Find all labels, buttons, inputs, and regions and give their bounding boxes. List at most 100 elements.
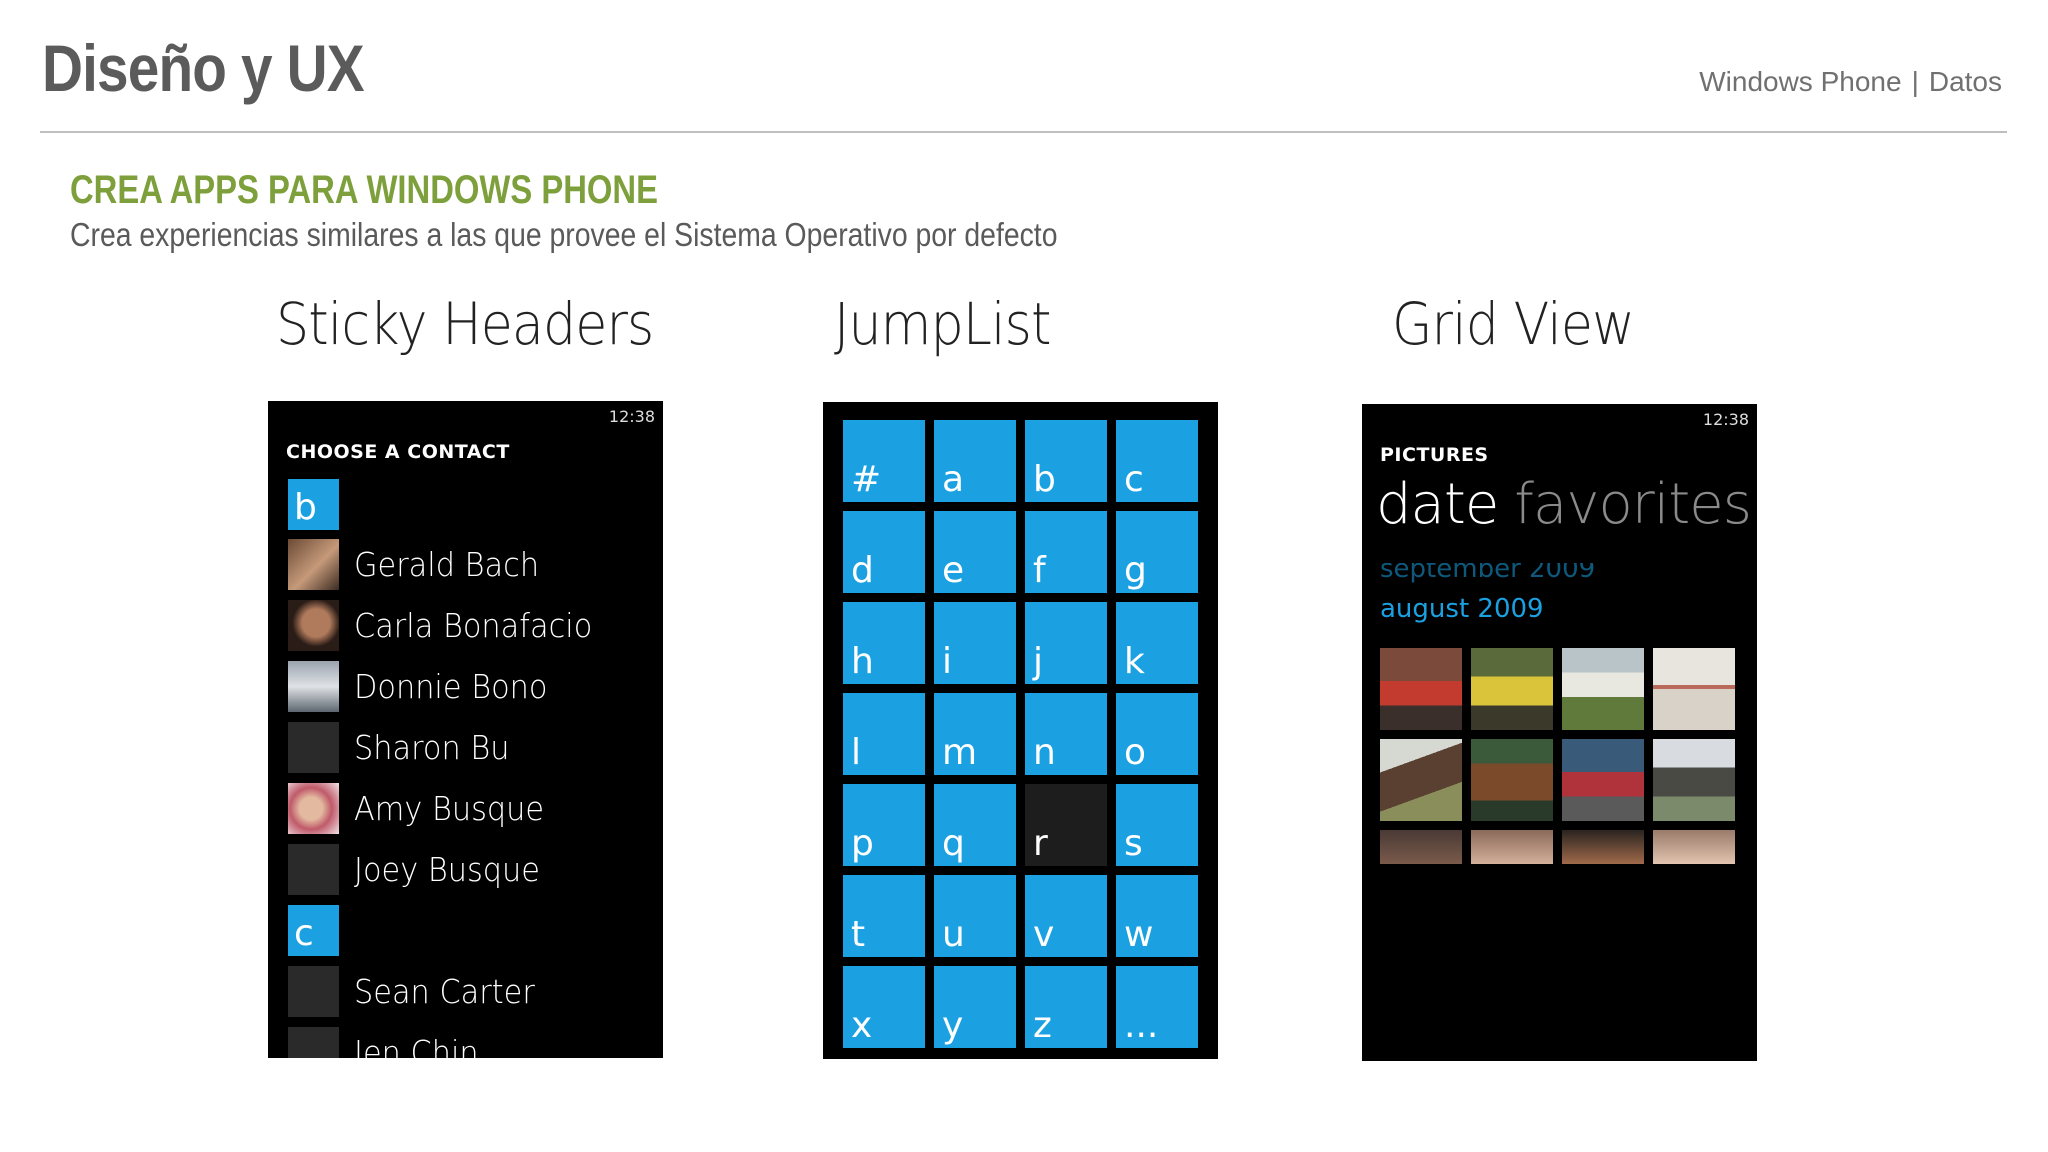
photo-thumbnail[interactable]: [1380, 739, 1462, 821]
jumplist-tile-letter: g: [1124, 550, 1147, 591]
jumplist-tile-letter: t: [851, 914, 866, 955]
jumplist-tile[interactable]: c: [1116, 420, 1198, 502]
jumplist-tile[interactable]: a: [934, 420, 1016, 502]
jumplist-tile[interactable]: ...: [1116, 966, 1198, 1048]
jumplist-tile-letter: q: [942, 823, 965, 864]
status-clock: 12:38: [1702, 410, 1749, 429]
contact-row[interactable]: Amy Busque: [288, 782, 561, 834]
jumplist-tile-letter: f: [1033, 550, 1046, 591]
jumplist-tile-letter: l: [851, 732, 862, 773]
breadcrumb-section: Datos: [1928, 66, 2002, 97]
contact-row[interactable]: Jen Chin: [288, 1026, 489, 1058]
jumplist-tile[interactable]: f: [1025, 511, 1107, 593]
jumplist-tile[interactable]: q: [934, 784, 1016, 866]
avatar: [288, 538, 339, 590]
photo-thumbnail[interactable]: [1653, 830, 1735, 864]
jumplist-tile[interactable]: o: [1116, 693, 1198, 775]
jumplist-tile-letter: m: [942, 732, 978, 773]
section-subtitle: Crea experiencias similares a las que pr…: [70, 216, 1058, 253]
jumplist-tile[interactable]: k: [1116, 602, 1198, 684]
grid-view-phone: 12:38 PICTURES date favorites september …: [1362, 404, 1757, 1061]
contact-name: Donnie Bono: [354, 666, 548, 706]
pivot-header: date favorites: [1376, 472, 1752, 537]
jumplist-tile[interactable]: h: [843, 602, 925, 684]
contact-row[interactable]: Sharon Bu: [288, 721, 523, 773]
avatar: [288, 843, 339, 895]
contact-name: Gerald Bach: [354, 544, 540, 584]
contact-row[interactable]: Carla Bonafacio: [288, 599, 613, 651]
jumplist-tile[interactable]: z: [1025, 966, 1107, 1048]
avatar: [288, 782, 339, 834]
sticky-headers-phone: 12:38 CHOOSE A CONTACT b Gerald Bach Car…: [268, 401, 663, 1058]
jumplist-tile[interactable]: w: [1116, 875, 1198, 957]
jumplist-tile-letter: v: [1033, 914, 1055, 955]
jumplist-tile[interactable]: x: [843, 966, 925, 1048]
jumplist-tile[interactable]: r: [1025, 784, 1107, 866]
jumplist-tile[interactable]: n: [1025, 693, 1107, 775]
jumplist-tile-letter: j: [1033, 641, 1044, 682]
jumplist-tile-letter: a: [942, 459, 965, 500]
contact-name: Amy Busque: [354, 788, 545, 828]
jumplist-tile-letter: c: [1124, 459, 1144, 500]
slide-title: Diseño y UX: [42, 31, 365, 105]
panel-title-jumplist: JumpList: [834, 290, 1051, 358]
choose-contact-caption: CHOOSE A CONTACT: [286, 441, 510, 463]
jumplist-tile-letter: s: [1124, 823, 1143, 864]
photo-thumbnail[interactable]: [1471, 739, 1553, 821]
avatar: [288, 965, 339, 1017]
contact-name: Jen Chin: [354, 1032, 479, 1059]
photo-thumbnail[interactable]: [1380, 648, 1462, 730]
jumplist-tile-letter: y: [942, 1005, 964, 1046]
jumplist-tile[interactable]: b: [1025, 420, 1107, 502]
pivot-item-date[interactable]: date: [1376, 472, 1499, 537]
contact-row[interactable]: Donnie Bono: [288, 660, 564, 712]
jumplist-tile[interactable]: y: [934, 966, 1016, 1048]
group-header-b[interactable]: b: [288, 479, 339, 530]
status-clock: 12:38: [608, 407, 655, 426]
photo-thumbnail[interactable]: [1653, 648, 1735, 730]
jumplist-tile[interactable]: #: [843, 420, 925, 502]
avatar: [288, 660, 339, 712]
jumplist-tile[interactable]: m: [934, 693, 1016, 775]
contact-row[interactable]: Sean Carter: [288, 965, 551, 1017]
jumplist-tile[interactable]: s: [1116, 784, 1198, 866]
photo-thumbnail[interactable]: [1562, 830, 1644, 864]
jumplist-tile[interactable]: t: [843, 875, 925, 957]
jumplist-tile[interactable]: v: [1025, 875, 1107, 957]
jumplist-tile[interactable]: p: [843, 784, 925, 866]
jumplist-tile-letter: r: [1033, 823, 1048, 864]
section-heading: CREA APPS PARA WINDOWS PHONE: [70, 168, 659, 212]
breadcrumb-product: Windows Phone: [1699, 66, 1902, 97]
photo-thumbnail[interactable]: [1471, 648, 1553, 730]
group-header-c[interactable]: c: [288, 905, 339, 956]
jumplist-tile[interactable]: u: [934, 875, 1016, 957]
avatar: [288, 599, 339, 651]
contact-name: Carla Bonafacio: [354, 605, 593, 645]
contact-name: Sean Carter: [354, 971, 535, 1011]
header-divider: [40, 131, 2007, 133]
jumplist-tile-letter: k: [1124, 641, 1145, 682]
jumplist-tile[interactable]: e: [934, 511, 1016, 593]
photo-thumbnail[interactable]: [1380, 830, 1462, 864]
jumplist-tile[interactable]: l: [843, 693, 925, 775]
jumplist-tile-letter: b: [1033, 459, 1056, 500]
pivot-item-favorites[interactable]: favorites: [1514, 472, 1752, 537]
jumplist-tile[interactable]: j: [1025, 602, 1107, 684]
jumplist-tile[interactable]: g: [1116, 511, 1198, 593]
jumplist-tile-letter: h: [851, 641, 874, 682]
jumplist-tile-letter: z: [1033, 1005, 1052, 1046]
breadcrumb-separator: |: [1911, 66, 1919, 97]
photo-thumbnail[interactable]: [1562, 739, 1644, 821]
contact-row[interactable]: Joey Busque: [288, 843, 556, 895]
group-header-month[interactable]: august 2009: [1380, 594, 1544, 624]
photo-thumbnail[interactable]: [1471, 830, 1553, 864]
jumplist-tile[interactable]: i: [934, 602, 1016, 684]
photo-thumbnail[interactable]: [1653, 739, 1735, 821]
jumplist-tile-letter: o: [1124, 732, 1147, 773]
contact-row[interactable]: Gerald Bach: [288, 538, 555, 590]
panel-title-sticky-headers: Sticky Headers: [276, 290, 654, 358]
photo-thumbnail[interactable]: [1562, 648, 1644, 730]
jumplist-tile[interactable]: d: [843, 511, 925, 593]
jumplist-tile-letter: e: [942, 550, 965, 591]
pictures-caption: PICTURES: [1380, 444, 1489, 466]
